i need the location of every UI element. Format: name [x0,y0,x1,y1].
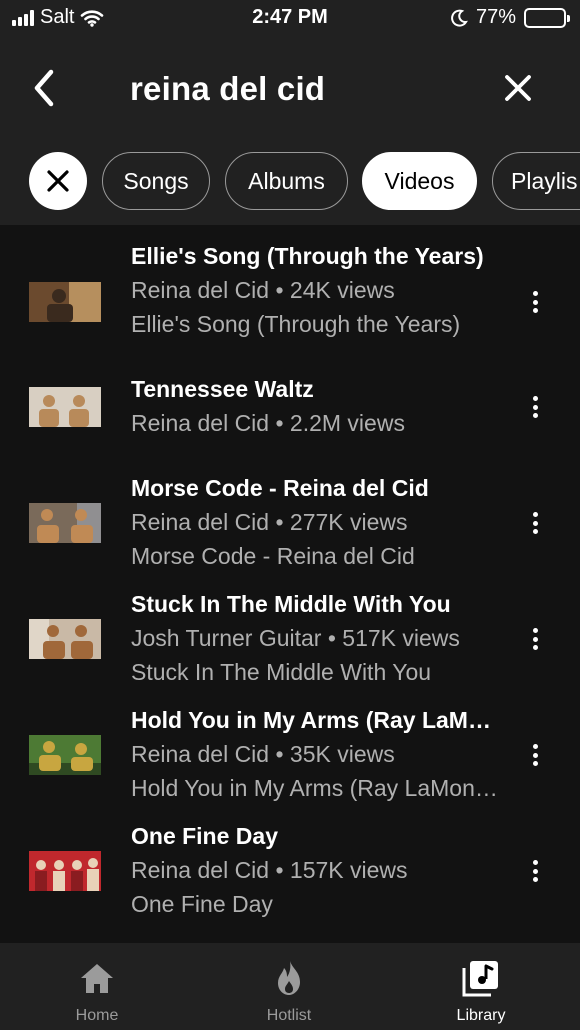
video-subtitle: Reina del Cid • 35K views [131,741,395,767]
video-subtitle: Josh Turner Guitar • 517K views [131,625,460,651]
video-thumbnail [29,619,101,659]
clear-filter-button[interactable] [29,152,87,210]
chip-playlists[interactable]: Playlis [492,152,580,210]
search-query[interactable]: reina del cid [130,70,325,108]
chip-songs[interactable]: Songs [102,152,210,210]
video-subtitle: Reina del Cid • 2.2M views [131,410,405,436]
search-bar: reina del cid [0,50,580,126]
status-right: 77% [450,6,570,29]
tab-hotlist[interactable]: Hotlist [249,943,329,1030]
battery-icon [524,7,570,28]
moon-icon [451,9,468,27]
video-thumbnail [29,387,101,427]
bottom-navigation: Home Hotlist Library [0,943,580,1030]
close-icon [505,75,531,101]
list-item[interactable]: Stuck In The Middle With You Josh Turner… [0,587,580,697]
tab-home[interactable]: Home [57,943,137,1030]
video-title: Stuck In The Middle With You [131,591,451,617]
close-icon [47,170,69,192]
item-text: Stuck In The Middle With You Josh Turner… [131,587,501,689]
list-item[interactable]: Hold You in My Arms (Ray LaMontagne) Rei… [0,703,580,813]
thumbnail-image [29,735,101,775]
video-subtitle-2: Ellie's Song (Through the Years) [131,311,461,337]
item-text: One Fine Day Reina del Cid • 157K views … [131,819,501,921]
video-thumbnail [29,851,101,891]
thumbnail-image [29,503,101,543]
video-subtitle-2: Hold You in My Arms (Ray LaMontagne) [131,775,501,801]
chip-videos[interactable]: Videos [362,152,477,210]
video-title: Ellie's Song (Through the Years) [131,243,484,269]
thumbnail-image [29,387,101,427]
video-subtitle: Reina del Cid • 157K views [131,857,408,883]
video-thumbnail [29,282,101,322]
clear-search-button[interactable] [496,66,540,110]
home-icon [81,964,113,993]
item-text: Tennessee Waltz Reina del Cid • 2.2M vie… [131,372,501,440]
filter-chips: Songs Albums Videos Playlis [0,152,580,212]
battery-percent: 77% [475,6,516,28]
video-title: Hold You in My Arms (Ray LaMontagne) [131,707,501,733]
video-thumbnail [29,735,101,775]
results-list: Ellie's Song (Through the Years) Reina d… [0,225,580,943]
list-item[interactable]: Ellie's Song (Through the Years) Reina d… [0,237,580,347]
video-subtitle-2: Stuck In The Middle With You [131,659,432,685]
tab-library-label: Library [456,1007,506,1024]
video-title: Tennessee Waltz [131,376,314,402]
item-text: Ellie's Song (Through the Years) Reina d… [131,239,501,341]
more-options-button[interactable] [524,856,546,886]
video-subtitle: Reina del Cid • 277K views [131,509,408,535]
item-text: Morse Code - Reina del Cid Reina del Cid… [131,471,501,573]
item-text: Hold You in My Arms (Ray LaMontagne) Rei… [131,703,501,805]
more-options-button[interactable] [524,508,546,538]
more-options-button[interactable] [524,740,546,770]
library-icon [462,961,498,997]
video-title: One Fine Day [131,823,278,849]
tab-home-label: Home [75,1007,119,1024]
tab-hotlist-label: Hotlist [266,1007,312,1024]
flame-icon [278,961,300,995]
video-thumbnail [29,503,101,543]
list-item[interactable]: One Fine Day Reina del Cid • 157K views … [0,819,580,929]
status-bar: Salt 2:47 PM 77% [0,0,580,38]
thumbnail-image [29,619,101,659]
video-subtitle-2: One Fine Day [131,891,273,917]
thumbnail-image [29,282,101,322]
thumbnail-image [29,851,101,891]
chip-albums[interactable]: Albums [225,152,348,210]
video-title: Morse Code - Reina del Cid [131,475,429,501]
back-button[interactable] [22,64,66,112]
tab-library[interactable]: Library [441,943,521,1030]
more-options-button[interactable] [524,287,546,317]
more-options-button[interactable] [524,392,546,422]
video-subtitle: Reina del Cid • 24K views [131,277,395,303]
chevron-left-icon [34,69,54,107]
list-item[interactable]: Morse Code - Reina del Cid Reina del Cid… [0,471,580,581]
video-subtitle-2: Morse Code - Reina del Cid [131,543,415,569]
more-options-button[interactable] [524,624,546,654]
list-item[interactable]: Tennessee Waltz Reina del Cid • 2.2M vie… [0,370,580,445]
